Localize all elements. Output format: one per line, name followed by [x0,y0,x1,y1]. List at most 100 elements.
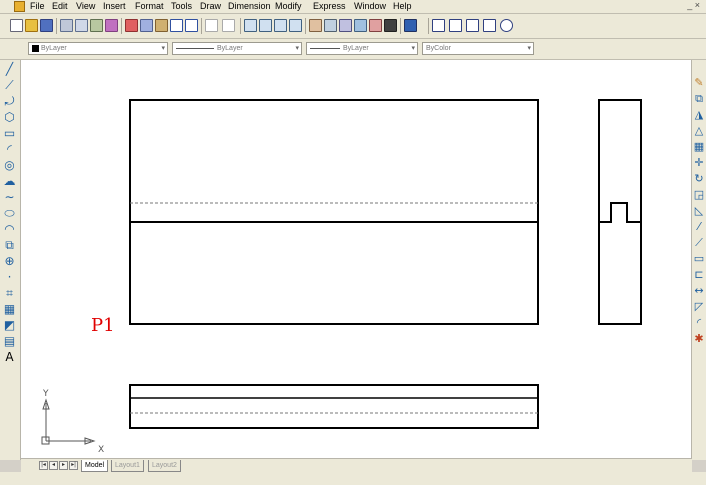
ellipse-arc-icon[interactable]: ◠ [3,222,16,236]
break-at-point-icon[interactable]: ▭ [693,252,705,266]
3d-dwf-icon[interactable] [105,19,118,32]
draw-toolbar: ╱ ⟋ ⤾ ⬡ ▭ ◜ ◎ ☁ ∼ ⬭ ◠ ⧉ ⊕ · ⌗ ▦ ◩ ▤ A [0,60,21,460]
arc-icon[interactable]: ◜ [3,142,16,156]
move-icon[interactable]: ✛ [693,156,705,170]
array-icon[interactable]: ▦ [693,140,705,154]
ucs-icon: Y X [41,389,104,455]
menu-help[interactable]: Help [393,1,412,11]
lineweight-dropdown[interactable]: ByLayer ▾ [306,42,418,55]
copy-icon[interactable] [140,19,153,32]
menu-modify[interactable]: Modify [275,1,302,11]
ordinate-dimension-icon[interactable] [483,19,496,32]
menu-file[interactable]: File [30,1,45,11]
line-icon[interactable]: ╱ [3,62,16,76]
help-icon[interactable] [404,19,417,32]
menu-insert[interactable]: Insert [103,1,126,11]
menu-format[interactable]: Format [135,1,164,11]
tab-model[interactable]: Model [81,460,109,472]
offset-icon[interactable]: △ [693,124,705,138]
save-icon[interactable] [40,19,53,32]
circle-icon[interactable]: ◎ [3,158,16,172]
autocad-app-icon[interactable] [14,1,25,12]
tab-layout1[interactable]: Layout1 [111,460,144,472]
table-icon[interactable]: ▤ [3,334,16,348]
last-tab-icon[interactable]: ▸| [69,461,78,470]
point-icon[interactable]: · [3,270,16,284]
stretch-icon[interactable]: ◺ [693,204,705,218]
make-block-icon[interactable]: ⊕ [3,254,16,268]
construction-line-icon[interactable]: ⟋ [3,78,16,92]
insert-block-icon[interactable]: ⧉ [3,238,16,252]
fillet-icon[interactable]: ◜ [693,316,705,330]
paste-icon[interactable] [155,19,168,32]
match-properties-icon[interactable] [170,19,183,32]
rectangle-icon[interactable]: ▭ [3,126,16,140]
revision-cloud-icon[interactable]: ☁ [3,174,16,188]
side-view-notch[interactable] [599,202,641,223]
zoom-previous-icon[interactable] [289,19,302,32]
block-editor-icon[interactable] [185,19,198,32]
break-icon[interactable]: ⊏ [693,268,705,282]
menu-dimension[interactable]: Dimension [228,1,271,11]
linear-dimension-icon[interactable] [432,19,445,32]
linetype-dropdown[interactable]: ByLayer ▾ [172,42,302,55]
aligned-dimension-icon[interactable] [449,19,462,32]
design-center-icon[interactable] [324,19,337,32]
chamfer-icon[interactable]: ◸ [693,300,705,314]
next-tab-icon[interactable]: ▸ [59,461,68,470]
markup-set-manager-icon[interactable] [369,19,382,32]
arc-length-icon[interactable] [466,19,479,32]
explode-icon[interactable]: ✱ [693,332,705,346]
plot-style-dropdown[interactable]: ByColor ▾ [422,42,534,55]
properties-icon[interactable] [309,19,322,32]
redo-icon[interactable] [222,19,235,32]
top-view-outline[interactable] [129,384,539,429]
ellipse-icon[interactable]: ⬭ [3,206,16,220]
layer-dropdown[interactable]: ByLayer ▾ [28,42,168,55]
zoom-window-icon[interactable] [274,19,287,32]
menu-draw[interactable]: Draw [200,1,221,11]
menu-express[interactable]: Express [313,1,346,11]
tool-palettes-icon[interactable] [339,19,352,32]
hatch-icon[interactable]: ⌗ [3,286,16,300]
print-icon[interactable] [60,19,73,32]
multiline-text-icon[interactable]: A [3,350,16,364]
front-view-outline[interactable] [129,99,539,325]
cut-icon[interactable] [125,19,138,32]
side-view-outline[interactable] [598,99,642,325]
gradient-icon[interactable]: ▦ [3,302,16,316]
polygon-icon[interactable]: ⬡ [3,110,16,124]
modify-toolbar: ✎ ⧉ ◮ △ ▦ ✛ ↻ ◲ ◺ ⁄ ⟋ ▭ ⊏ ↔ ◸ ◜ ✱ [691,60,706,460]
polyline-icon[interactable]: ⤾ [3,94,16,108]
menu-window[interactable]: Window [354,1,386,11]
sheet-set-manager-icon[interactable] [354,19,367,32]
undo-icon[interactable] [205,19,218,32]
publish-icon[interactable] [90,19,103,32]
radius-dimension-icon[interactable] [500,19,513,32]
extend-icon[interactable]: ⟋ [693,236,705,250]
copy-object-icon[interactable]: ⧉ [693,92,705,106]
plot-preview-icon[interactable] [75,19,88,32]
menu-edit[interactable]: Edit [52,1,68,11]
prev-tab-icon[interactable]: ◂ [49,461,58,470]
scale-icon[interactable]: ◲ [693,188,705,202]
join-icon[interactable]: ↔ [693,284,705,298]
rotate-icon[interactable]: ↻ [693,172,705,186]
drawing-area[interactable]: P1 Y X [21,60,692,458]
window-controls[interactable]: _ × [687,0,700,10]
zoom-realtime-icon[interactable] [259,19,272,32]
region-icon[interactable]: ◩ [3,318,16,332]
new-file-icon[interactable] [10,19,23,32]
menu-tools[interactable]: Tools [171,1,192,11]
erase-icon[interactable]: ✎ [693,76,705,90]
layer-value: ByLayer [41,45,67,52]
open-folder-icon[interactable] [25,19,38,32]
menu-view[interactable]: View [76,1,95,11]
first-tab-icon[interactable]: |◂ [39,461,48,470]
pan-realtime-icon[interactable] [244,19,257,32]
spline-icon[interactable]: ∼ [3,190,16,204]
mirror-icon[interactable]: ◮ [693,108,705,122]
quickcalc-icon[interactable] [384,19,397,32]
trim-icon[interactable]: ⁄ [693,220,705,234]
tab-layout2[interactable]: Layout2 [148,460,181,472]
